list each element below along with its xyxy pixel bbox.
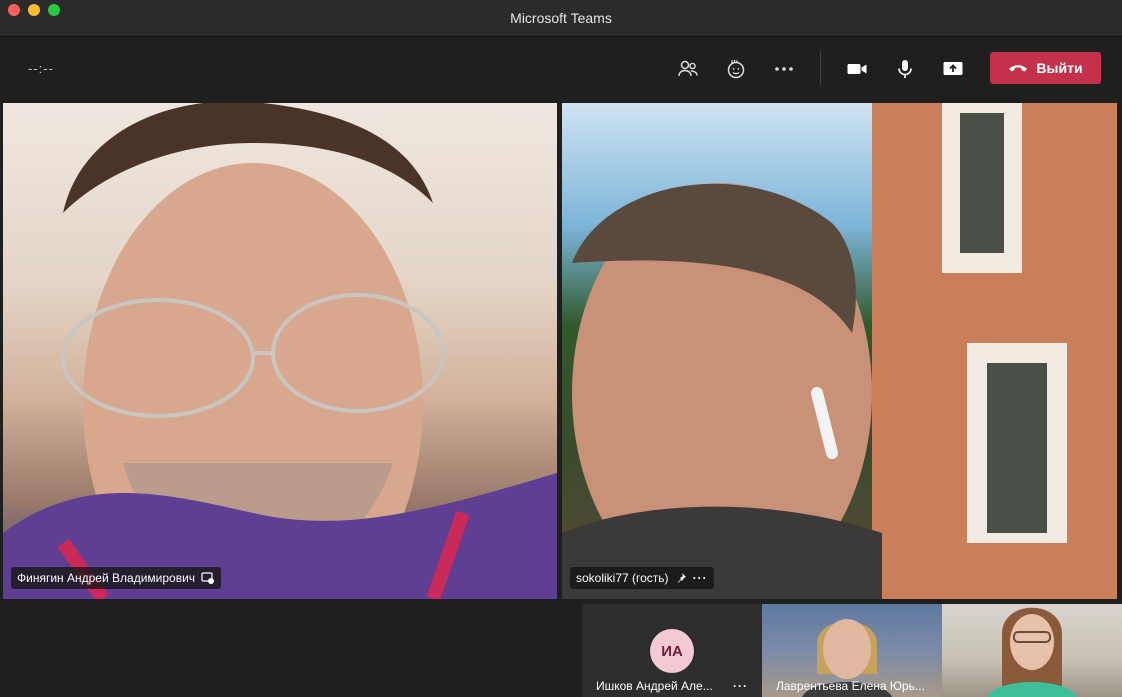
thumbnail-label [942, 677, 1122, 695]
participant-name-tag: Финягин Андрей Владимирович [11, 567, 222, 589]
video-tile-finyagin[interactable]: Финягин Андрей Владимирович [3, 103, 557, 599]
thumbnail-ishkov[interactable]: ИА Ишков Андрей Але... ··· [582, 604, 762, 697]
participant-name-tag: sokoliki77 (гость) ··· [570, 567, 714, 589]
meeting-toolbar: --:-- Выйти [0, 37, 1122, 101]
thumbnail-participant-3[interactable] [942, 604, 1122, 697]
share-screen-icon[interactable] [939, 55, 967, 83]
pin-icon [677, 573, 686, 583]
window-title: Microsoft Teams [510, 10, 612, 26]
participant-name: Финягин Андрей Владимирович [17, 571, 196, 585]
thumbnail-more-button[interactable]: ··· [733, 679, 748, 693]
hang-up-icon [1009, 65, 1028, 72]
leave-button[interactable]: Выйти [990, 52, 1101, 84]
window-titlebar: Microsoft Teams [0, 0, 1122, 37]
thumbnail-name: Ишков Андрей Але... [596, 679, 713, 693]
thumbnail-name: Лаврентьева Елена Юрь... [776, 679, 925, 693]
thumbnail-label: Ишков Андрей Але... ··· [582, 677, 762, 695]
participant-video [3, 103, 557, 599]
toolbar-separator [820, 51, 821, 85]
camera-icon[interactable] [843, 55, 871, 83]
thumbnail-lavrentyeva[interactable]: Лаврентьева Елена Юрь... [762, 604, 942, 697]
more-options-icon[interactable] [770, 55, 798, 83]
video-tile-sokoliki77[interactable]: sokoliki77 (гость) ··· [562, 103, 1117, 599]
avatar: ИА [650, 629, 694, 673]
thumbnail-label: Лаврентьева Елена Юрь... [762, 677, 942, 695]
participant-more-button[interactable]: ··· [693, 571, 708, 585]
participant-name: sokoliki77 (гость) [576, 571, 669, 585]
mic-icon[interactable] [891, 55, 919, 83]
people-icon[interactable] [674, 55, 702, 83]
participant-video [562, 103, 1117, 599]
raise-hand-icon[interactable] [722, 55, 750, 83]
meeting-timer: --:-- [28, 61, 54, 76]
leave-button-label: Выйти [1036, 60, 1083, 76]
share-content-icon [201, 572, 215, 584]
